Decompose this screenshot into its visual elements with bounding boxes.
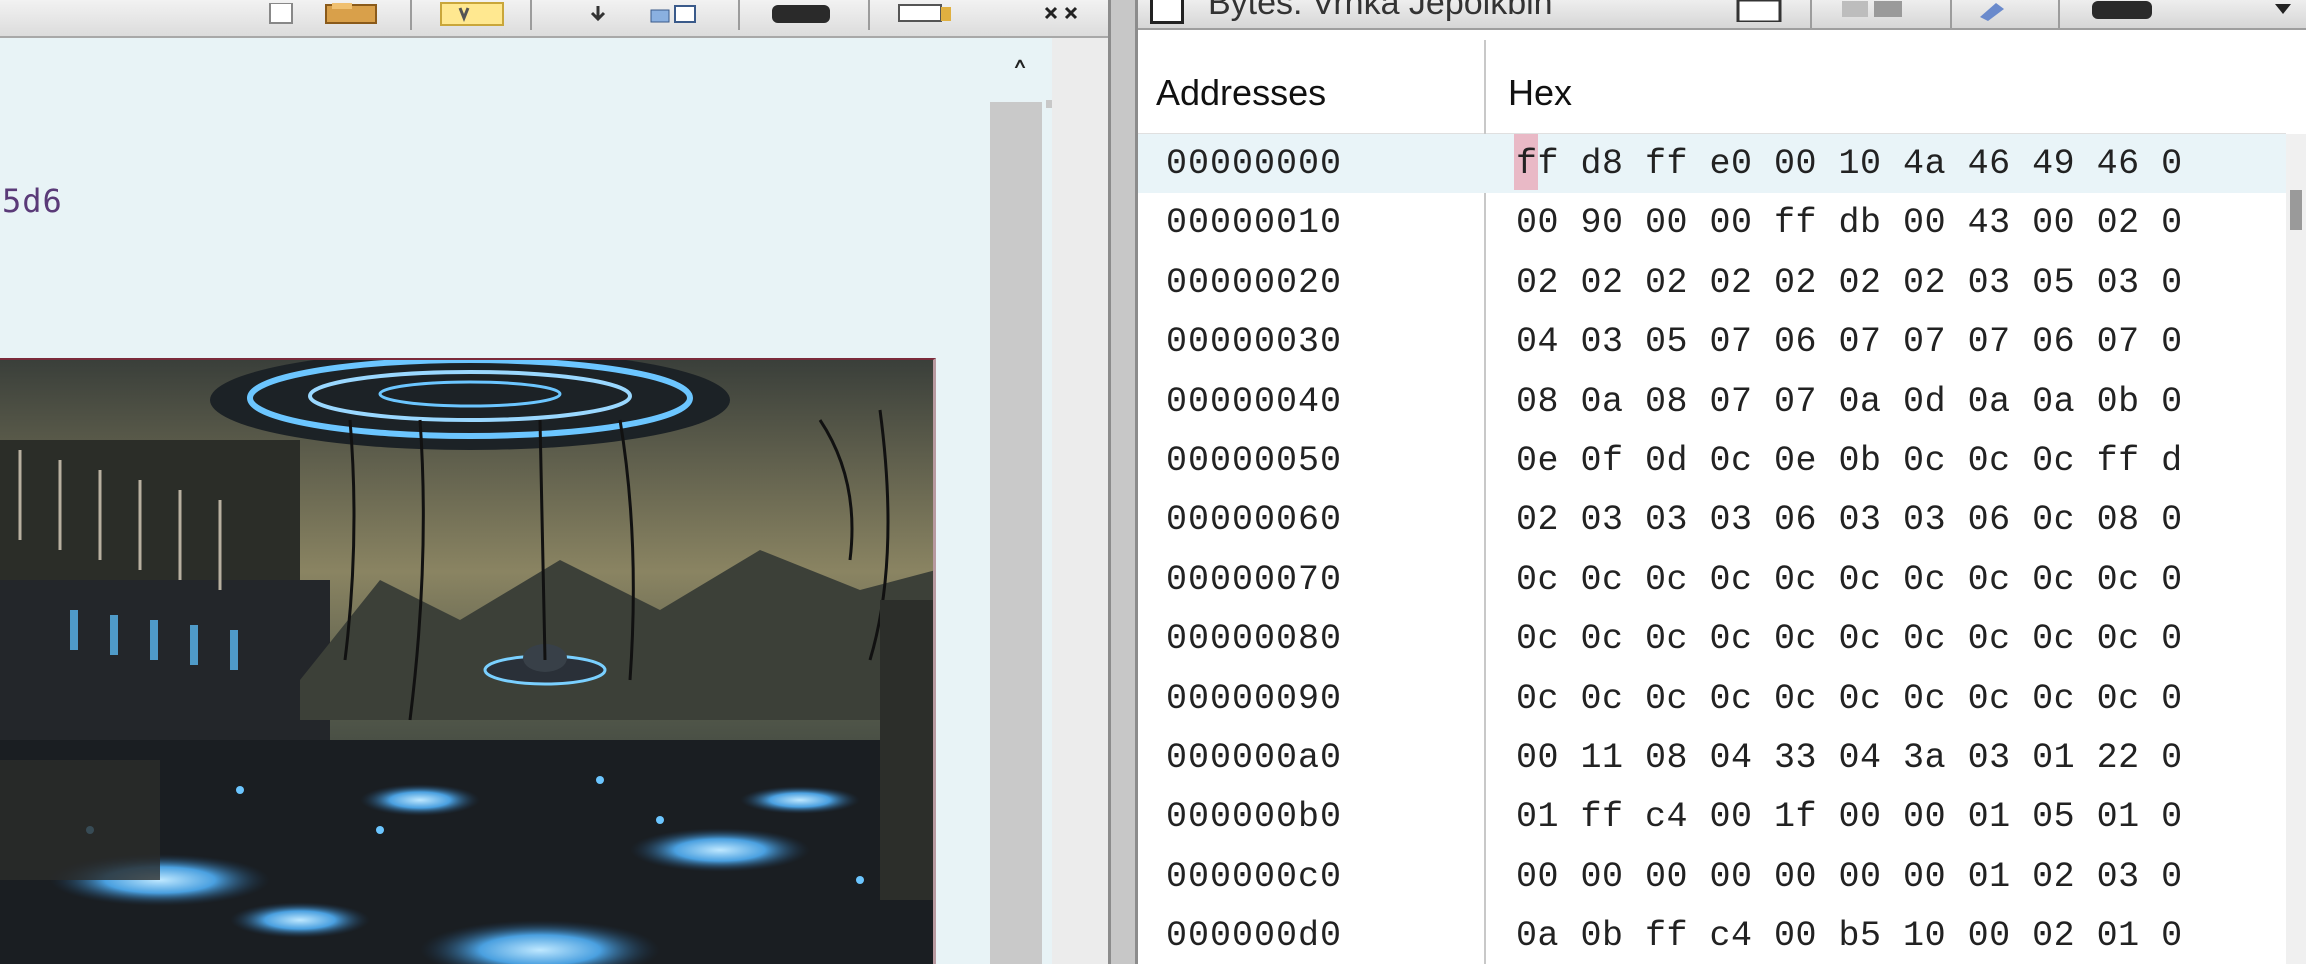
hash-value-text: 5d6 <box>2 182 63 220</box>
hex-bytes-cell[interactable]: 0c 0c 0c 0c 0c 0c 0c 0c 0c 0c 0 <box>1516 560 2183 600</box>
toolbar-separator <box>530 0 532 30</box>
hex-table[interactable]: 00000000 ff d8 ff e0 00 10 4a 46 49 46 0… <box>1138 134 2286 964</box>
address-cell: 000000d0 <box>1166 916 1343 957</box>
hex-bytes-cell[interactable]: 0c 0c 0c 0c 0c 0c 0c 0c 0c 0c 0 <box>1516 679 2183 719</box>
scrollbar-thumb[interactable] <box>2290 190 2302 230</box>
document-view: 5d6 <box>0 38 990 964</box>
toolbar-separator <box>410 0 412 30</box>
highlight-icon[interactable] <box>440 2 504 26</box>
window-icon <box>1150 0 1184 24</box>
chevron-down-icon[interactable] <box>2268 0 2298 22</box>
hex-viewer-pane: Bytes: Vrnka Jepolkbin Addresses Hex 000… <box>1138 0 2306 964</box>
pane-splitter[interactable] <box>1108 0 1138 964</box>
address-cell: 00000090 <box>1166 678 1343 719</box>
scroll-up-icon[interactable]: ˄ <box>998 56 1042 96</box>
left-vertical-scrollbar[interactable]: ˄ <box>990 38 1068 964</box>
table-row[interactable]: 00000050 0e 0f 0d 0c 0e 0b 0c 0c 0c ff d <box>1138 431 2286 490</box>
table-row[interactable]: 000000d0 0a 0b ff c4 00 b5 10 00 02 01 0 <box>1138 906 2286 964</box>
table-row[interactable]: 00000020 02 02 02 02 02 02 02 03 05 03 0 <box>1138 253 2286 312</box>
address-cell: 00000050 <box>1166 441 1343 481</box>
column-header-row: Addresses Hex <box>1138 40 2286 134</box>
toolbar-separator <box>738 0 740 30</box>
address-cell: 00000030 <box>1166 322 1343 363</box>
table-row[interactable]: 000000b0 01 ff c4 00 1f 00 00 01 05 01 0 <box>1138 787 2286 846</box>
toolbar-separator <box>1810 0 1812 28</box>
hex-bytes-cell[interactable]: 00 90 00 00 ff db 00 43 00 02 0 <box>1516 203 2183 243</box>
scrollbar-track[interactable] <box>990 102 1042 964</box>
window-title: Bytes: Vrnka Jepolkbin <box>1208 0 1553 22</box>
address-cell: 00000020 <box>1166 262 1343 303</box>
address-cell: 00000040 <box>1166 381 1343 422</box>
close-icon[interactable] <box>1040 2 1084 26</box>
hex-bytes-cell[interactable]: 04 03 05 07 06 07 07 07 06 07 0 <box>1516 322 2183 362</box>
table-row[interactable]: 00000070 0c 0c 0c 0c 0c 0c 0c 0c 0c 0c 0 <box>1138 550 2286 609</box>
page-icon[interactable] <box>250 2 302 26</box>
hex-bytes-cell[interactable]: 0c 0c 0c 0c 0c 0c 0c 0c 0c 0c 0 <box>1516 619 2183 659</box>
hex-column-header[interactable]: Hex <box>1508 72 1572 114</box>
hex-bytes-cell[interactable]: 02 03 03 03 06 03 03 06 0c 08 0 <box>1516 500 2183 540</box>
edit-icon[interactable] <box>1974 0 2018 22</box>
table-row[interactable]: 00000030 04 03 05 07 06 07 07 07 06 07 0 <box>1138 312 2286 371</box>
export-icon[interactable] <box>1734 0 1784 22</box>
settings-icon[interactable] <box>2088 0 2158 22</box>
table-row[interactable]: 00000090 0c 0c 0c 0c 0c 0c 0c 0c 0c 0c 0 <box>1138 669 2286 728</box>
hex-bytes-cell[interactable]: ff d8 ff e0 00 10 4a 46 49 46 0 <box>1516 144 2183 184</box>
hex-bytes-cell[interactable]: 02 02 02 02 02 02 02 03 05 03 0 <box>1516 263 2183 303</box>
pane-margin <box>1052 38 1108 964</box>
hex-bytes-cell[interactable]: 0a 0b ff c4 00 b5 10 00 02 01 0 <box>1516 916 2183 956</box>
view-icon[interactable] <box>648 2 702 26</box>
toolbar-separator <box>1950 0 1952 28</box>
address-cell: 00000010 <box>1166 203 1343 244</box>
table-row[interactable]: 00000080 0c 0c 0c 0c 0c 0c 0c 0c 0c 0c 0 <box>1138 609 2286 668</box>
hex-bytes-cell[interactable]: 0e 0f 0d 0c 0e 0b 0c 0c 0c ff d <box>1516 441 2183 481</box>
address-cell: 00000070 <box>1166 559 1343 600</box>
address-cell: 000000b0 <box>1166 797 1343 838</box>
copy-icon[interactable] <box>1838 0 1908 22</box>
left-pane: 5d6 ˄ <box>0 0 1108 964</box>
table-row[interactable]: 00000060 02 03 03 03 06 03 03 06 0c 08 0 <box>1138 490 2286 549</box>
address-cell: 000000c0 <box>1166 856 1343 897</box>
addresses-column-header[interactable]: Addresses <box>1156 72 1326 114</box>
hex-bytes-cell[interactable]: 01 ff c4 00 1f 00 00 01 05 01 0 <box>1516 797 2183 837</box>
table-row[interactable]: 00000000 ff d8 ff e0 00 10 4a 46 49 46 0 <box>1138 134 2286 194</box>
hex-vertical-scrollbar[interactable] <box>2286 134 2306 964</box>
toolbar-separator <box>2058 0 2060 28</box>
table-row[interactable]: 000000c0 00 00 00 00 00 00 00 01 02 03 0 <box>1138 847 2286 906</box>
hex-bytes-cell[interactable]: 00 11 08 04 33 04 3a 03 01 22 0 <box>1516 738 2183 778</box>
toolbar-separator <box>868 0 870 30</box>
address-cell: 00000080 <box>1166 619 1343 660</box>
record-icon[interactable] <box>768 2 834 26</box>
download-icon[interactable] <box>580 2 616 26</box>
table-row[interactable]: 000000a0 00 11 08 04 33 04 3a 03 01 22 0 <box>1138 728 2286 787</box>
hex-viewer-toolbar: Bytes: Vrnka Jepolkbin <box>1138 0 2306 30</box>
folder-icon[interactable] <box>322 2 384 26</box>
table-row[interactable]: 00000010 00 90 00 00 ff db 00 43 00 02 0 <box>1138 193 2286 252</box>
image-preview <box>0 358 936 964</box>
left-toolbar <box>0 0 1108 38</box>
hex-bytes-cell[interactable]: 00 00 00 00 00 00 00 01 02 03 0 <box>1516 857 2183 897</box>
address-cell: 000000a0 <box>1166 738 1343 778</box>
panel-icon[interactable] <box>896 2 956 26</box>
address-cell: 00000060 <box>1166 500 1343 541</box>
table-row[interactable]: 00000040 08 0a 08 07 07 0a 0d 0a 0a 0b 0 <box>1138 372 2286 431</box>
address-cell: 00000000 <box>1166 144 1343 184</box>
hex-bytes-cell[interactable]: 08 0a 08 07 07 0a 0d 0a 0a 0b 0 <box>1516 382 2183 422</box>
